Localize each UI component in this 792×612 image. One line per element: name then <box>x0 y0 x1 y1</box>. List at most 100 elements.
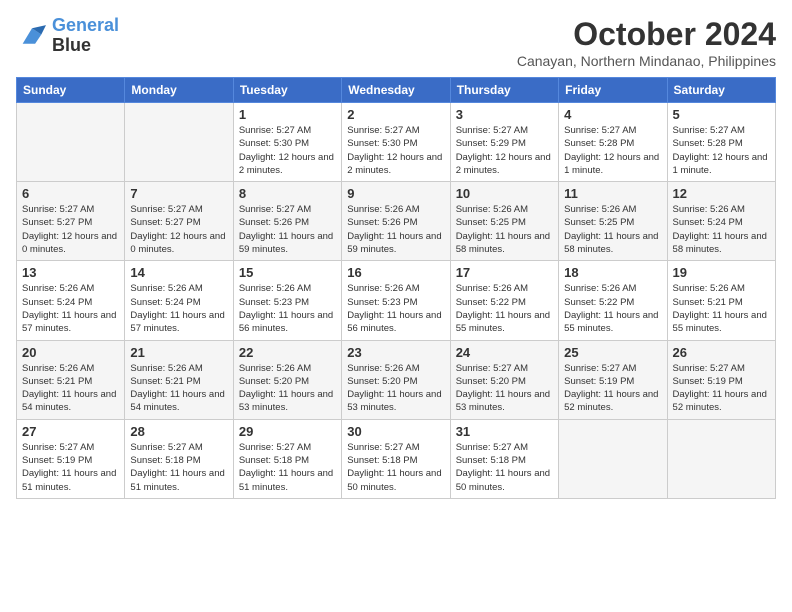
day-number: 14 <box>130 265 227 280</box>
day-info: Sunrise: 5:27 AM Sunset: 5:30 PM Dayligh… <box>239 124 336 177</box>
calendar-table: SundayMondayTuesdayWednesdayThursdayFrid… <box>16 77 776 499</box>
day-info: Sunrise: 5:27 AM Sunset: 5:19 PM Dayligh… <box>564 362 661 415</box>
day-info: Sunrise: 5:26 AM Sunset: 5:25 PM Dayligh… <box>564 203 661 256</box>
day-info: Sunrise: 5:27 AM Sunset: 5:28 PM Dayligh… <box>564 124 661 177</box>
day-number: 30 <box>347 424 444 439</box>
day-number: 25 <box>564 345 661 360</box>
day-number: 20 <box>22 345 119 360</box>
calendar-day-1: 1 Sunrise: 5:27 AM Sunset: 5:30 PM Daylig… <box>233 103 341 182</box>
calendar-day-25: 25 Sunrise: 5:27 AM Sunset: 5:19 PM Dayli… <box>559 340 667 419</box>
day-info: Sunrise: 5:26 AM Sunset: 5:21 PM Dayligh… <box>22 362 119 415</box>
day-info: Sunrise: 5:27 AM Sunset: 5:26 PM Dayligh… <box>239 203 336 256</box>
calendar-week-row: 13 Sunrise: 5:26 AM Sunset: 5:24 PM Dayli… <box>17 261 776 340</box>
calendar-day-17: 17 Sunrise: 5:26 AM Sunset: 5:22 PM Dayli… <box>450 261 558 340</box>
day-number: 8 <box>239 186 336 201</box>
day-number: 2 <box>347 107 444 122</box>
calendar-day-18: 18Sunrise: 5:26 AM Sunset: 5:22 PM Dayli… <box>559 261 667 340</box>
weekday-header-friday: Friday <box>559 78 667 103</box>
day-number: 17 <box>456 265 553 280</box>
day-number: 5 <box>673 107 770 122</box>
day-info: Sunrise: 5:26 AM Sunset: 5:23 PM Dayligh… <box>347 282 444 335</box>
day-info: Sunrise: 5:26 AM Sunset: 5:26 PM Dayligh… <box>347 203 444 256</box>
calendar-day-7: 7Sunrise: 5:27 AM Sunset: 5:27 PM Daylig… <box>125 182 233 261</box>
calendar-day-27: 27 Sunrise: 5:27 AM Sunset: 5:19 PM Dayli… <box>17 419 125 498</box>
day-number: 16 <box>347 265 444 280</box>
day-info: Sunrise: 5:26 AM Sunset: 5:24 PM Dayligh… <box>673 203 770 256</box>
day-info: Sunrise: 5:26 AM Sunset: 5:22 PM Dayligh… <box>456 282 553 335</box>
day-number: 23 <box>347 345 444 360</box>
weekday-header-thursday: Thursday <box>450 78 558 103</box>
weekday-header-monday: Monday <box>125 78 233 103</box>
calendar-day-23: 23 Sunrise: 5:26 AM Sunset: 5:20 PM Dayli… <box>342 340 450 419</box>
day-info: Sunrise: 5:26 AM Sunset: 5:23 PM Dayligh… <box>239 282 336 335</box>
calendar-day-10: 10 Sunrise: 5:26 AM Sunset: 5:25 PM Dayli… <box>450 182 558 261</box>
calendar-day-31: 31Sunrise: 5:27 AM Sunset: 5:18 PM Dayli… <box>450 419 558 498</box>
calendar-day-19: 19Sunrise: 5:26 AM Sunset: 5:21 PM Dayli… <box>667 261 775 340</box>
day-info: Sunrise: 5:27 AM Sunset: 5:18 PM Dayligh… <box>456 441 553 494</box>
day-number: 13 <box>22 265 119 280</box>
day-info: Sunrise: 5:27 AM Sunset: 5:18 PM Dayligh… <box>347 441 444 494</box>
day-number: 22 <box>239 345 336 360</box>
weekday-header-row: SundayMondayTuesdayWednesdayThursdayFrid… <box>17 78 776 103</box>
day-number: 6 <box>22 186 119 201</box>
calendar-day-22: 22 Sunrise: 5:26 AM Sunset: 5:20 PM Dayli… <box>233 340 341 419</box>
calendar-empty-cell <box>17 103 125 182</box>
calendar-day-29: 29Sunrise: 5:27 AM Sunset: 5:18 PM Dayli… <box>233 419 341 498</box>
calendar-week-row: 6 Sunrise: 5:27 AM Sunset: 5:27 PM Daylig… <box>17 182 776 261</box>
day-info: Sunrise: 5:26 AM Sunset: 5:20 PM Dayligh… <box>239 362 336 415</box>
day-number: 4 <box>564 107 661 122</box>
day-info: Sunrise: 5:26 AM Sunset: 5:20 PM Dayligh… <box>347 362 444 415</box>
day-number: 3 <box>456 107 553 122</box>
day-info: Sunrise: 5:26 AM Sunset: 5:22 PM Dayligh… <box>564 282 661 335</box>
day-info: Sunrise: 5:27 AM Sunset: 5:18 PM Dayligh… <box>130 441 227 494</box>
calendar-day-14: 14 Sunrise: 5:26 AM Sunset: 5:24 PM Dayli… <box>125 261 233 340</box>
day-info: Sunrise: 5:27 AM Sunset: 5:29 PM Dayligh… <box>456 124 553 177</box>
day-info: Sunrise: 5:27 AM Sunset: 5:20 PM Dayligh… <box>456 362 553 415</box>
calendar-empty-cell <box>559 419 667 498</box>
day-info: Sunrise: 5:27 AM Sunset: 5:30 PM Dayligh… <box>347 124 444 177</box>
calendar-day-9: 9 Sunrise: 5:26 AM Sunset: 5:26 PM Daylig… <box>342 182 450 261</box>
day-number: 24 <box>456 345 553 360</box>
calendar-week-row: 20 Sunrise: 5:26 AM Sunset: 5:21 PM Dayli… <box>17 340 776 419</box>
month-title: October 2024 <box>517 16 776 53</box>
weekday-header-tuesday: Tuesday <box>233 78 341 103</box>
day-info: Sunrise: 5:27 AM Sunset: 5:19 PM Dayligh… <box>673 362 770 415</box>
calendar-week-row: 27 Sunrise: 5:27 AM Sunset: 5:19 PM Dayli… <box>17 419 776 498</box>
calendar-day-15: 15 Sunrise: 5:26 AM Sunset: 5:23 PM Dayli… <box>233 261 341 340</box>
day-number: 10 <box>456 186 553 201</box>
day-info: Sunrise: 5:26 AM Sunset: 5:25 PM Dayligh… <box>456 203 553 256</box>
day-number: 21 <box>130 345 227 360</box>
calendar-day-4: 4 Sunrise: 5:27 AM Sunset: 5:28 PM Daylig… <box>559 103 667 182</box>
calendar-day-13: 13Sunrise: 5:26 AM Sunset: 5:24 PM Dayli… <box>17 261 125 340</box>
day-number: 12 <box>673 186 770 201</box>
day-number: 15 <box>239 265 336 280</box>
day-number: 11 <box>564 186 661 201</box>
day-info: Sunrise: 5:26 AM Sunset: 5:21 PM Dayligh… <box>673 282 770 335</box>
day-number: 1 <box>239 107 336 122</box>
location: Canayan, Northern Mindanao, Philippines <box>517 53 776 69</box>
day-number: 27 <box>22 424 119 439</box>
calendar-day-3: 3 Sunrise: 5:27 AM Sunset: 5:29 PM Daylig… <box>450 103 558 182</box>
calendar-day-16: 16 Sunrise: 5:26 AM Sunset: 5:23 PM Dayli… <box>342 261 450 340</box>
calendar-day-26: 26Sunrise: 5:27 AM Sunset: 5:19 PM Dayli… <box>667 340 775 419</box>
calendar-day-8: 8 Sunrise: 5:27 AM Sunset: 5:26 PM Daylig… <box>233 182 341 261</box>
logo-icon <box>16 22 48 50</box>
day-info: Sunrise: 5:26 AM Sunset: 5:24 PM Dayligh… <box>130 282 227 335</box>
day-number: 28 <box>130 424 227 439</box>
day-info: Sunrise: 5:27 AM Sunset: 5:18 PM Dayligh… <box>239 441 336 494</box>
calendar-day-6: 6 Sunrise: 5:27 AM Sunset: 5:27 PM Daylig… <box>17 182 125 261</box>
day-info: Sunrise: 5:27 AM Sunset: 5:27 PM Dayligh… <box>22 203 119 256</box>
day-info: Sunrise: 5:26 AM Sunset: 5:21 PM Dayligh… <box>130 362 227 415</box>
calendar-day-28: 28 Sunrise: 5:27 AM Sunset: 5:18 PM Dayli… <box>125 419 233 498</box>
calendar-day-2: 2 Sunrise: 5:27 AM Sunset: 5:30 PM Daylig… <box>342 103 450 182</box>
logo-text: GeneralBlue <box>52 16 119 56</box>
calendar-day-5: 5Sunrise: 5:27 AM Sunset: 5:28 PM Daylig… <box>667 103 775 182</box>
calendar-empty-cell <box>125 103 233 182</box>
page-header: GeneralBlue October 2024 Canayan, Northe… <box>16 16 776 69</box>
day-info: Sunrise: 5:27 AM Sunset: 5:19 PM Dayligh… <box>22 441 119 494</box>
calendar-day-20: 20 Sunrise: 5:26 AM Sunset: 5:21 PM Dayli… <box>17 340 125 419</box>
title-block: October 2024 Canayan, Northern Mindanao,… <box>517 16 776 69</box>
weekday-header-saturday: Saturday <box>667 78 775 103</box>
weekday-header-sunday: Sunday <box>17 78 125 103</box>
day-number: 9 <box>347 186 444 201</box>
